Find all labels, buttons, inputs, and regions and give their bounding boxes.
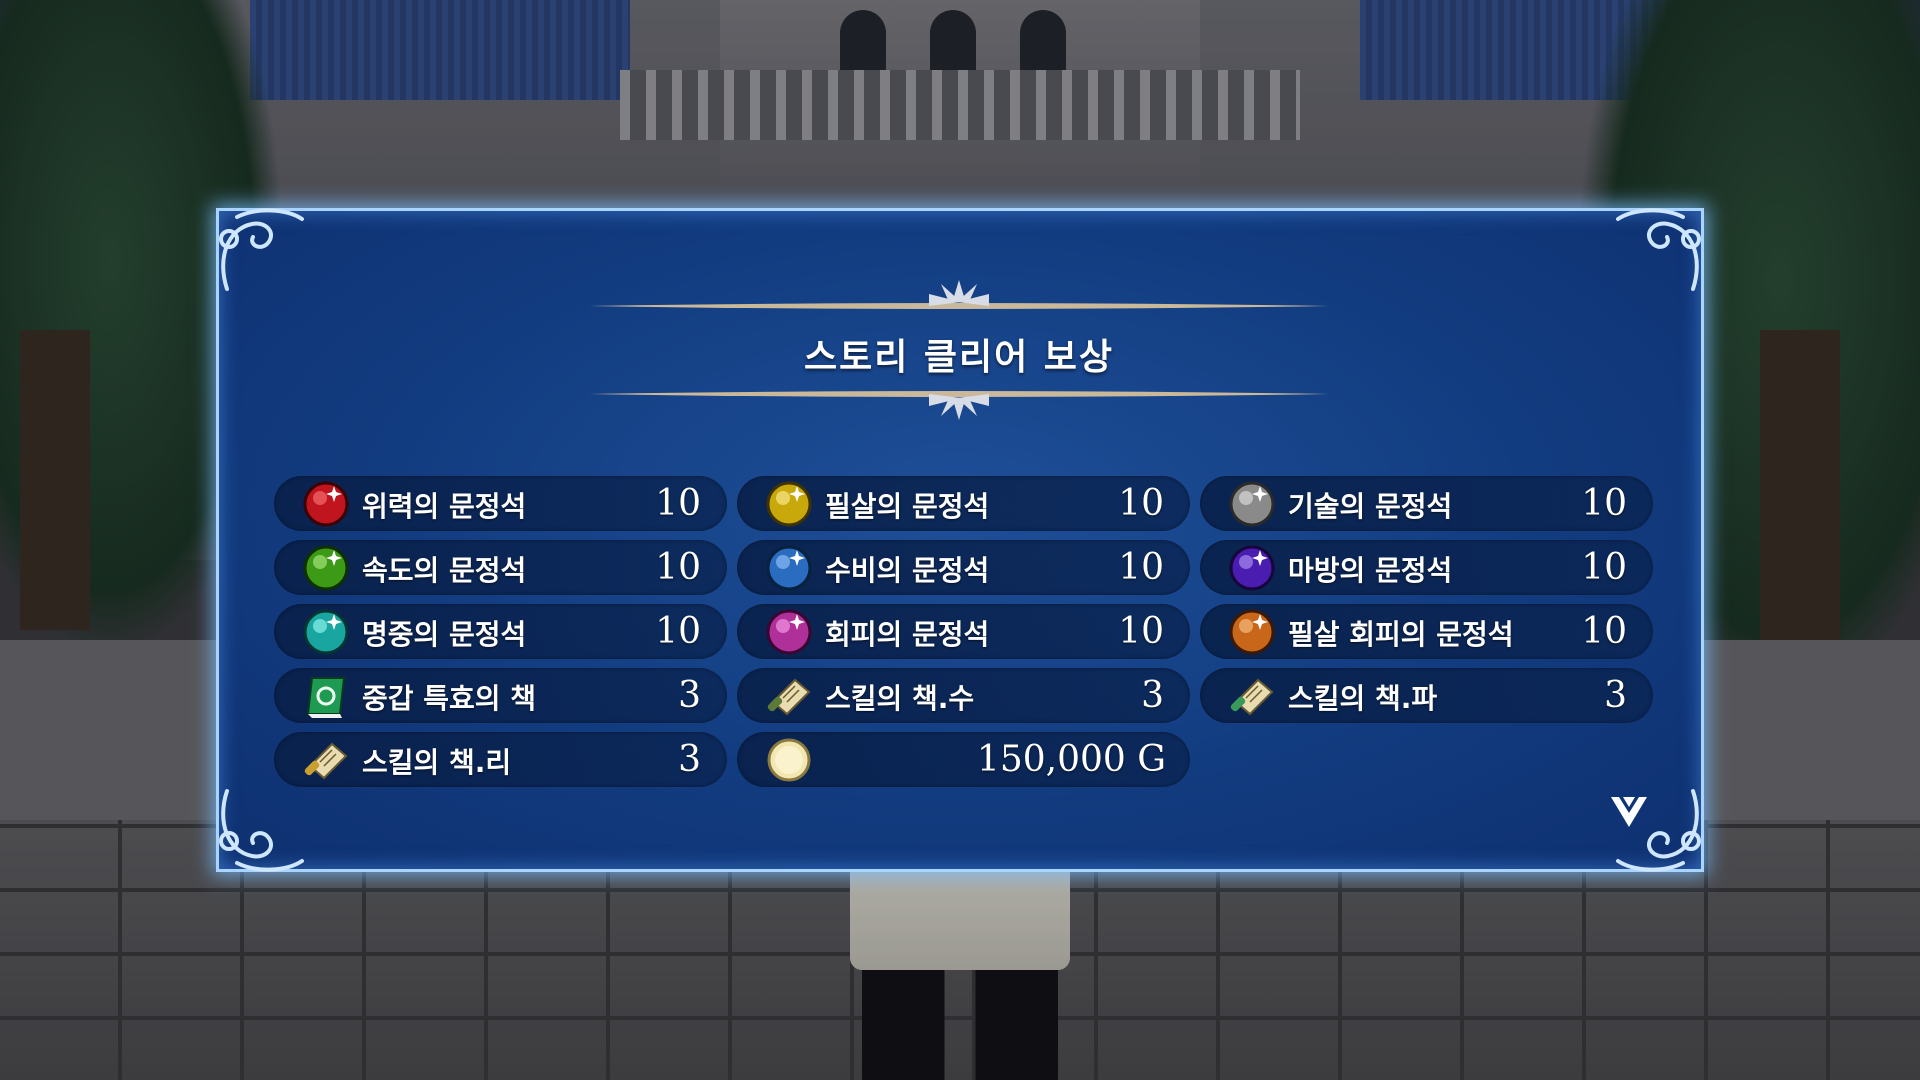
reward-name: 스킬의 책.파	[1288, 682, 1438, 715]
reward-item: 위력의 문정석 10	[274, 476, 727, 531]
corner-ornament-icon	[207, 781, 307, 881]
gold-coin-icon	[765, 736, 813, 784]
reward-name: 중갑 특효의 책	[362, 682, 537, 715]
gray-gem-icon	[1228, 480, 1276, 528]
reward-name: 스킬의 책.리	[362, 746, 512, 779]
green-book-icon	[302, 672, 350, 720]
reward-quantity: 10	[655, 611, 701, 652]
reward-name: 기술의 문정석	[1288, 490, 1453, 523]
reward-name: 수비의 문정석	[825, 554, 990, 587]
yellow-gem-icon	[765, 480, 813, 528]
reward-name: 위력의 문정석	[362, 490, 527, 523]
reward-name: 필살 회피의 문정석	[1288, 618, 1514, 651]
red-gem-icon	[302, 480, 350, 528]
reward-name: 마방의 문정석	[1288, 554, 1453, 587]
reward-item: 중갑 특효의 책 3	[274, 668, 727, 723]
reward-item: 스킬의 책.파 3	[1200, 668, 1653, 723]
blue-gem-icon	[765, 544, 813, 592]
reward-quantity: 3	[678, 739, 701, 780]
reward-quantity: 3	[1604, 675, 1627, 716]
reward-dialog[interactable]: 스토리 클리어 보상 위력의 문정석 10 필살의 문정석 10 기술의 문정석…	[216, 208, 1704, 872]
scroll-icon	[302, 736, 350, 784]
reward-name: 필살의 문정석	[825, 490, 990, 523]
reward-quantity: 3	[1141, 675, 1164, 716]
reward-quantity: 10	[1581, 611, 1627, 652]
reward-item: 명중의 문정석 10	[274, 604, 727, 659]
title-ornament-top-icon	[589, 280, 1329, 309]
purple-gem-icon	[1228, 544, 1276, 592]
scroll-icon	[765, 672, 813, 720]
reward-item: 기술의 문정석 10	[1200, 476, 1653, 531]
reward-item: 스킬의 책.리 3	[274, 732, 727, 787]
reward-name: 회피의 문정석	[825, 618, 990, 651]
reward-quantity: 10	[1118, 483, 1164, 524]
green-gem-icon	[302, 544, 350, 592]
corner-ornament-icon	[1613, 199, 1713, 299]
scroll-icon	[1228, 672, 1276, 720]
reward-item: 필살 회피의 문정석 10	[1200, 604, 1653, 659]
reward-name: 명중의 문정석	[362, 618, 527, 651]
reward-item: 회피의 문정석 10	[737, 604, 1190, 659]
reward-quantity: 10	[1581, 547, 1627, 588]
reward-quantity: 3	[678, 675, 701, 716]
reward-quantity: 10	[1118, 611, 1164, 652]
reward-quantity: 10	[1581, 483, 1627, 524]
magenta-gem-icon	[765, 608, 813, 656]
reward-quantity: 10	[1118, 547, 1164, 588]
orange-gem-icon	[1228, 608, 1276, 656]
chevron-down-icon[interactable]	[1609, 793, 1649, 831]
teal-gem-icon	[302, 608, 350, 656]
reward-list: 위력의 문정석 10 필살의 문정석 10 기술의 문정석 10 속도의 문정석…	[274, 476, 1654, 787]
reward-item-gold: 150,000 G	[737, 732, 1190, 787]
dialog-title: 스토리 클리어 보상	[803, 337, 1115, 378]
reward-name: 스킬의 책.수	[825, 682, 975, 715]
reward-item: 속도의 문정석 10	[274, 540, 727, 595]
reward-item: 필살의 문정석 10	[737, 476, 1190, 531]
reward-item: 마방의 문정석 10	[1200, 540, 1653, 595]
reward-quantity: 10	[655, 483, 701, 524]
reward-quantity: 10	[655, 547, 701, 588]
corner-ornament-icon	[207, 199, 307, 299]
title-block: 스토리 클리어 보상	[589, 276, 1329, 426]
title-ornament-bottom-icon	[589, 391, 1329, 420]
reward-item: 스킬의 책.수 3	[737, 668, 1190, 723]
reward-name: 속도의 문정석	[362, 554, 527, 587]
gold-amount: 150,000 G	[976, 739, 1166, 780]
reward-item: 수비의 문정석 10	[737, 540, 1190, 595]
